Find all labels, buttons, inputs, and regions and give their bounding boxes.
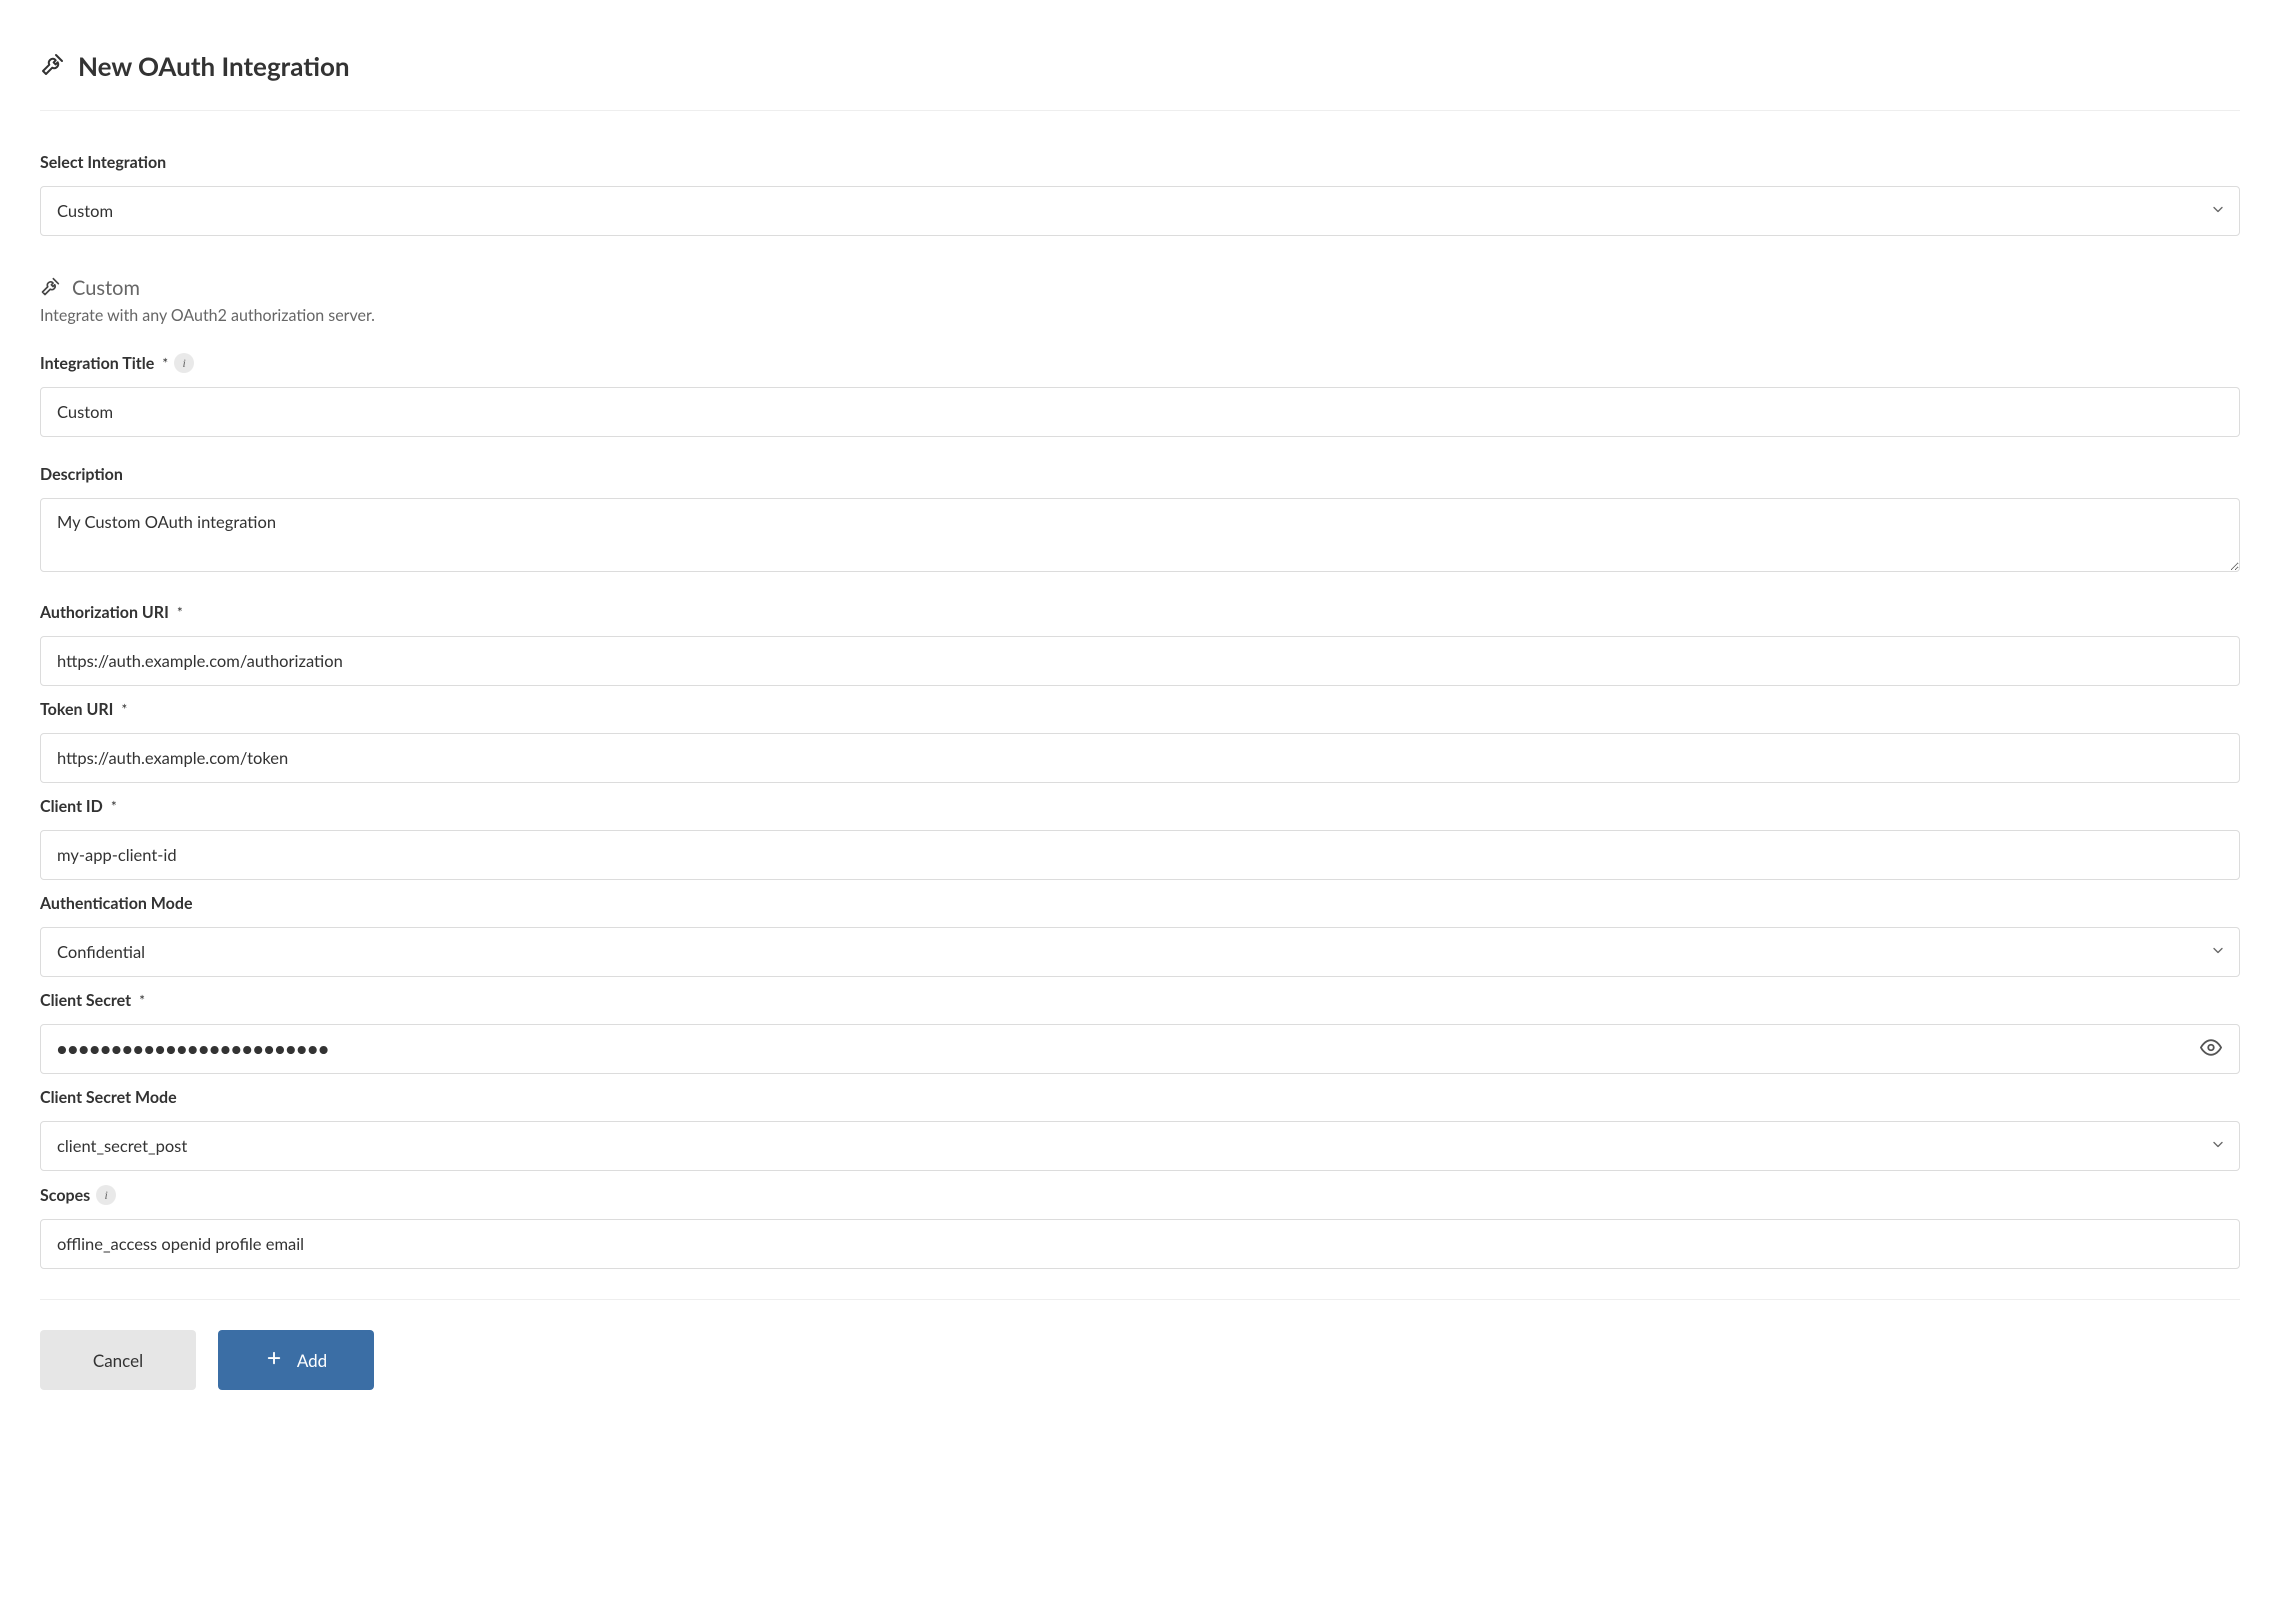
- add-button-label: Add: [297, 1350, 327, 1371]
- client-secret-mode-dropdown[interactable]: [40, 1121, 2240, 1171]
- client-secret-mode-label: Client Secret Mode: [40, 1088, 177, 1107]
- plus-icon: [265, 1349, 283, 1371]
- info-icon[interactable]: i: [174, 353, 194, 373]
- authentication-mode-dropdown[interactable]: [40, 927, 2240, 977]
- info-icon[interactable]: i: [96, 1185, 116, 1205]
- select-integration-dropdown[interactable]: [40, 186, 2240, 236]
- required-indicator: *: [162, 355, 168, 372]
- required-indicator: *: [121, 701, 127, 718]
- description-label: Description: [40, 465, 123, 484]
- required-indicator: *: [111, 798, 117, 815]
- required-indicator: *: [177, 604, 183, 621]
- cancel-button[interactable]: Cancel: [40, 1330, 196, 1390]
- authorization-uri-label: Authorization URI: [40, 603, 169, 622]
- authorization-uri-input[interactable]: [40, 636, 2240, 686]
- required-indicator: *: [139, 992, 145, 1009]
- page-header: New OAuth Integration: [40, 40, 2240, 111]
- authentication-mode-label: Authentication Mode: [40, 894, 193, 913]
- select-integration-label: Select Integration: [40, 153, 166, 172]
- client-id-input[interactable]: [40, 830, 2240, 880]
- token-uri-label: Token URI: [40, 700, 113, 719]
- client-secret-label: Client Secret: [40, 991, 131, 1010]
- selected-integration-header: Custom: [40, 276, 2240, 300]
- client-secret-input[interactable]: [40, 1024, 2240, 1074]
- selected-integration-description: Integrate with any OAuth2 authorization …: [40, 306, 2240, 325]
- token-uri-input[interactable]: [40, 733, 2240, 783]
- oauth-form: Select Integration Custom Integrate with…: [40, 111, 2240, 1390]
- description-input[interactable]: My Custom OAuth integration: [40, 498, 2240, 572]
- client-id-label: Client ID: [40, 797, 103, 816]
- scopes-input[interactable]: [40, 1219, 2240, 1269]
- tools-icon: [40, 53, 64, 80]
- integration-title-input[interactable]: [40, 387, 2240, 437]
- divider: [40, 1299, 2240, 1300]
- selected-integration-name: Custom: [72, 276, 140, 300]
- scopes-label: Scopes: [40, 1186, 90, 1205]
- tools-icon: [40, 277, 60, 300]
- form-actions: Cancel Add: [40, 1330, 2240, 1390]
- page-title: New OAuth Integration: [78, 50, 350, 82]
- integration-title-label: Integration Title: [40, 354, 154, 373]
- eye-icon[interactable]: [2196, 1033, 2226, 1066]
- add-button[interactable]: Add: [218, 1330, 374, 1390]
